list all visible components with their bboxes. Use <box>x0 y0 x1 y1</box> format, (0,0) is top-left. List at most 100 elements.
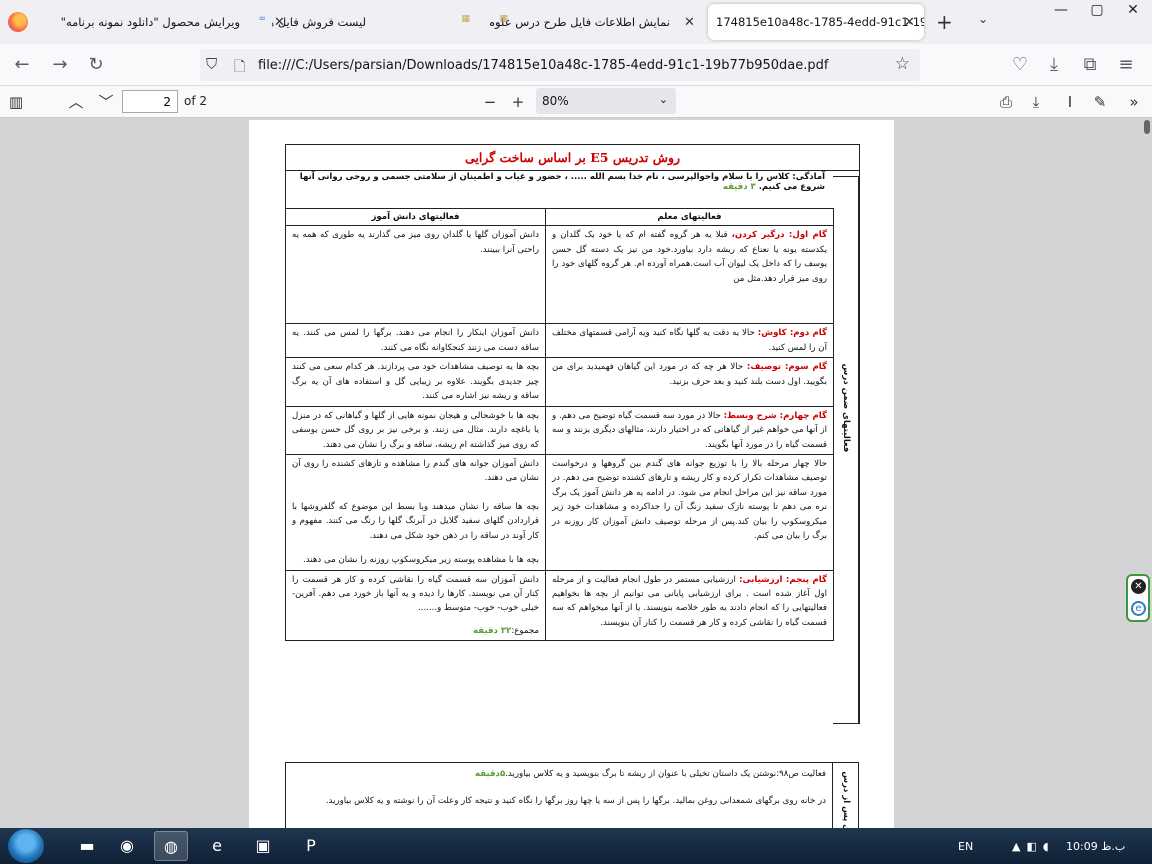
extensions-icon[interactable]: ⧉ <box>1078 53 1102 77</box>
tab-sales-list[interactable]: ✕ لیست فروش فایل ها ▦ <box>272 4 482 40</box>
zoom-in-icon[interactable]: + <box>506 90 530 114</box>
close-circle-icon[interactable]: ✕ <box>1131 579 1146 594</box>
total-value: ۳۲ دقیقه <box>472 625 512 636</box>
step-label: گام چهارم: شرح وبسط: <box>723 410 828 421</box>
url-input[interactable] <box>258 55 878 75</box>
pdf-page: روش تدریس E5 بر اساس ساخت گرایی آمادگی: … <box>249 120 894 828</box>
e-extension-icon[interactable]: e <box>1131 601 1146 616</box>
frame-line <box>285 170 860 171</box>
tab-edit-product[interactable]: ∞ ویرایش محصول "دانلود نمونه برنامه" <box>50 4 266 40</box>
table-row: گام پنجم: ارزشیابی: ارزشیابی مستمر در طو… <box>285 569 834 642</box>
save-icon[interactable]: ⤓ <box>1024 90 1048 114</box>
table-row: گام سوم: توصیف: حالا هر چه که در مورد ای… <box>285 357 834 407</box>
side-label-after-lesson: فعالیتهای پس از درس <box>841 771 851 828</box>
explorer-taskbar-icon[interactable]: ▬ <box>70 831 104 861</box>
floating-side-widget[interactable]: ✕ e <box>1126 574 1150 622</box>
url-bar[interactable]: ⛉ 🗋 ☆ <box>200 49 920 81</box>
table-row: گام چهارم: شرح وبسط: حالا در مورد سه قسم… <box>285 405 834 455</box>
window-close-button[interactable]: ✕ <box>1116 0 1150 20</box>
zoom-out-icon[interactable]: − <box>478 90 502 114</box>
taskbar: ▬ ◉ ◍ e ▣ P EN ▲◧◖ ب.ظ 10:09 <box>0 828 1152 864</box>
previous-page-icon[interactable]: ︿ <box>64 90 88 114</box>
teacher-text: حالا چهار مرحله بالا را با توزیع جوانه ه… <box>552 458 827 542</box>
print-icon[interactable]: ⎙ <box>994 90 1018 114</box>
table-header-row: فعالیتهای معلم فعالیتهای دانش آموز <box>285 207 834 227</box>
pocket-icon[interactable]: ♡ <box>1008 53 1032 77</box>
more-tools-icon[interactable]: » <box>1122 90 1146 114</box>
forward-arrow-icon[interactable]: → <box>48 53 72 77</box>
powerpoint-taskbar-icon[interactable]: P <box>294 831 328 861</box>
preparation-text: آمادگی: کلاس را با سلام واحوالپرسی ، نام… <box>285 172 825 192</box>
step-label: گام پنجم: ارزشیابی: <box>739 574 827 585</box>
new-tab-button[interactable]: + <box>936 10 953 34</box>
menu-icon[interactable]: ≡ <box>1114 53 1138 77</box>
reload-icon[interactable]: ↻ <box>84 53 108 77</box>
frame-line <box>859 144 860 724</box>
teacher-cell: گام اول: درگیر کردن، قبلا یه هر گروه گفت… <box>545 225 834 325</box>
close-icon[interactable]: ✕ <box>904 15 915 30</box>
draw-tool-icon[interactable]: ✎ <box>1088 90 1112 114</box>
after-line-2: در خانه روی برگهای شمعدانی روغن بمالید. … <box>325 795 826 806</box>
page-number-input[interactable] <box>122 90 178 113</box>
student-text: بچه ها با مشاهده پوسته زیر میکروسکوپ روز… <box>303 555 539 566</box>
step-label: گام سوم: توصیف: <box>746 362 827 373</box>
tab-label: 174815e10a48c-1785-4edd-91c1-19b <box>716 15 924 29</box>
teacher-cell: گام دوم: کاوش: حالا یه دقت یه گلها نگاه … <box>545 323 834 359</box>
chevron-down-icon: ⌄ <box>658 93 668 106</box>
language-indicator[interactable]: EN <box>958 840 973 853</box>
tab-label: ویرایش محصول "دانلود نمونه برنامه" <box>60 15 240 29</box>
firefox-icon[interactable] <box>8 12 28 32</box>
step-label: گام دوم: کاوش: <box>757 328 827 339</box>
minimize-button[interactable]: — <box>1044 0 1078 20</box>
navigation-bar: ← → ↻ ⛉ 🗋 ☆ ♡ ⤓ ⧉ ≡ <box>0 44 1152 86</box>
tab-file-info[interactable]: ✕ نمایش اطلاعات فایل طرح درس علوم ▦ <box>490 4 702 40</box>
zoom-value: 80% <box>542 94 569 108</box>
tab-favicon-icon: ▦ <box>499 14 508 24</box>
list-tabs-icon[interactable]: ⌄ <box>978 12 988 26</box>
after-time: ۵دقیقه <box>474 769 506 779</box>
scrollbar-thumb[interactable] <box>1144 120 1150 134</box>
clock[interactable]: ب.ظ 10:09 <box>1066 840 1125 853</box>
sidebar-toggle-icon[interactable]: ▥ <box>4 90 28 114</box>
tab-favicon-icon: ▦ <box>461 14 470 24</box>
next-page-icon[interactable]: ﹀ <box>94 90 118 114</box>
document-title: روش تدریس E5 بر اساس ساخت گرایی <box>464 150 681 165</box>
tab-pdf-active[interactable]: 174815e10a48c-1785-4edd-91c1-19b ✕ <box>708 4 924 40</box>
downloads-icon[interactable]: ⤓ <box>1042 53 1066 77</box>
side-label-during-lesson: فعالیتهای ضمن درس <box>841 363 851 453</box>
pdf-viewer[interactable]: روش تدریس E5 بر اساس ساخت گرایی آمادگی: … <box>0 118 1152 828</box>
teacher-cell: گام چهارم: شرح وبسط: حالا در مورد سه قسم… <box>545 405 834 455</box>
zoom-select[interactable]: 80% ⌄ <box>536 88 676 114</box>
app-taskbar-icon[interactable]: ▣ <box>246 831 280 861</box>
side-column: فعالیتهای ضمن درس <box>833 176 859 724</box>
text-tool-icon[interactable]: I <box>1058 90 1082 114</box>
frame-line <box>285 144 860 145</box>
student-text: دانش آموزان گلها یا گلدان روی میز می گذا… <box>292 230 539 255</box>
bookmark-star-icon[interactable]: ☆ <box>895 54 910 74</box>
student-cell: دانش آموزان اینکار را انجام می دهند. برگ… <box>285 323 546 359</box>
table-row: حالا چهار مرحله بالا را با توزیع جوانه ه… <box>285 453 834 571</box>
total-time: مجموع:۳۲ دقیقه <box>292 624 539 638</box>
preparation-time: ۳ دقیقه <box>722 182 756 192</box>
student-text: دانش آموزان جوانه های گندم را مشاهده و ت… <box>292 458 539 484</box>
tray-icons[interactable]: ▲◧◖ <box>1012 840 1055 853</box>
pdf-toolbar: ▥ ︿ ﹀ of 2 − + 80% ⌄ ⎙ ⤓ I ✎ » <box>0 86 1152 118</box>
student-text: بچه ها یه توصیف مشاهدات خود می پردازند. … <box>292 362 539 402</box>
header-teacher: فعالیتهای معلم <box>545 207 834 227</box>
back-arrow-icon[interactable]: ← <box>10 53 34 77</box>
teacher-cell: گام پنجم: ارزشیابی: ارزشیابی مستمر در طو… <box>545 569 834 642</box>
close-icon[interactable]: ✕ <box>684 15 695 30</box>
maximize-button[interactable]: ▢ <box>1080 0 1114 20</box>
edge-taskbar-icon[interactable]: e <box>200 831 234 861</box>
table-row: گام اول: درگیر کردن، قبلا یه هر گروه گفت… <box>285 225 834 325</box>
total-pages-label: of 2 <box>184 94 208 108</box>
student-text: دانش آموزان سه قسمت گیاه را نقاشی کرده و… <box>292 574 539 614</box>
page-icon[interactable]: 🗋 <box>234 56 245 80</box>
shield-icon[interactable]: ⛉ <box>206 55 217 73</box>
after-text: فعالیت ص۹۸:نوشتن یک داستان تخیلی با عنوا… <box>505 769 826 779</box>
firefox-taskbar-icon[interactable]: ◍ <box>154 831 188 861</box>
chrome-taskbar-icon[interactable]: ◉ <box>110 831 144 861</box>
teacher-cell: گام سوم: توصیف: حالا هر چه که در مورد ای… <box>545 357 834 407</box>
start-button[interactable] <box>8 829 44 863</box>
tab-strip: ∞ ویرایش محصول "دانلود نمونه برنامه" ✕ ل… <box>0 0 1152 44</box>
